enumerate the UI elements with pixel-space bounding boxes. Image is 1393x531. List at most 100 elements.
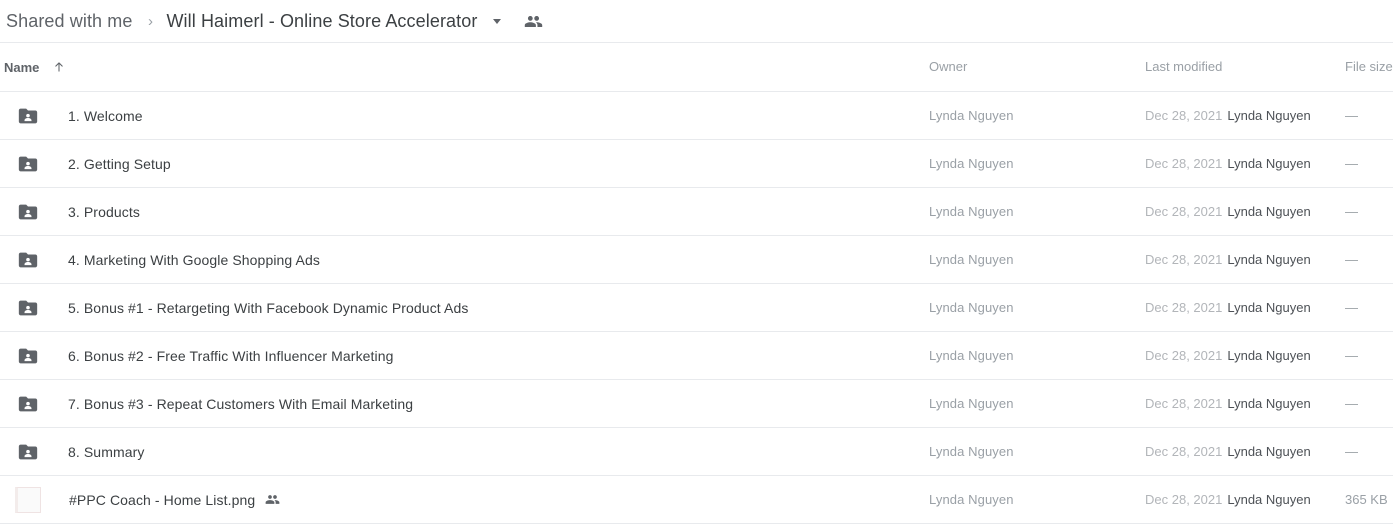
last-modified-by: Lynda Nguyen	[1227, 300, 1311, 315]
file-name-label: 2. Getting Setup	[68, 155, 171, 172]
file-name-label: 1. Welcome	[68, 107, 143, 124]
last-modified-by: Lynda Nguyen	[1227, 252, 1311, 267]
file-size-cell: —	[1345, 396, 1358, 411]
file-last-modified-cell: Dec 28, 2021 Lynda Nguyen	[1145, 348, 1345, 363]
last-modified-by: Lynda Nguyen	[1227, 204, 1311, 219]
file-name-label: 7. Bonus #3 - Repeat Customers With Emai…	[68, 395, 414, 412]
table-row[interactable]: 5. Bonus #1 - Retargeting With Facebook …	[0, 284, 1393, 332]
shared-folder-icon	[16, 392, 40, 416]
file-last-modified-cell: Dec 28, 2021 Lynda Nguyen	[1145, 252, 1345, 267]
breadcrumb-item-shared-with-me[interactable]: Shared with me	[2, 9, 136, 34]
file-list-table: Name Owner Last modified File size 1. We…	[0, 42, 1393, 524]
file-name-cell[interactable]: 2. Getting Setup	[0, 152, 929, 176]
file-name-cell[interactable]: 1. Welcome	[0, 104, 929, 128]
file-name-cell[interactable]: 6. Bonus #2 - Free Traffic With Influenc…	[0, 344, 929, 368]
file-owner-cell: Lynda Nguyen	[929, 444, 1014, 459]
table-row[interactable]: 4. Marketing With Google Shopping Ads Ly…	[0, 236, 1393, 284]
file-owner-cell: Lynda Nguyen	[929, 396, 1014, 411]
file-owner-cell: Lynda Nguyen	[929, 204, 1014, 219]
column-header-name-label: Name	[4, 59, 40, 75]
file-last-modified-cell: Dec 28, 2021 Lynda Nguyen	[1145, 300, 1345, 315]
file-name-cell[interactable]: 5. Bonus #1 - Retargeting With Facebook …	[0, 296, 929, 320]
shared-folder-icon	[16, 200, 40, 224]
file-name-label: 6. Bonus #2 - Free Traffic With Influenc…	[68, 347, 394, 364]
breadcrumb-item-current-folder[interactable]: Will Haimerl - Online Store Accelerator	[164, 9, 479, 34]
file-size-cell: —	[1345, 156, 1358, 171]
column-header-owner[interactable]: Owner	[929, 58, 1145, 76]
file-name-cell[interactable]: 3. Products	[0, 200, 929, 224]
table-row[interactable]: 2. Getting Setup Lynda Nguyen Dec 28, 20…	[0, 140, 1393, 188]
file-owner-cell: Lynda Nguyen	[929, 492, 1014, 507]
file-owner-cell: Lynda Nguyen	[929, 156, 1014, 171]
column-header-file-size-label: File size	[1345, 59, 1393, 74]
file-size-cell: —	[1345, 300, 1358, 315]
file-list-body: 1. Welcome Lynda Nguyen Dec 28, 2021 Lynd…	[0, 92, 1393, 524]
file-size-cell: —	[1345, 444, 1358, 459]
last-modified-date: Dec 28, 2021	[1145, 108, 1223, 123]
last-modified-date: Dec 28, 2021	[1145, 204, 1223, 219]
shared-folder-icon	[16, 152, 40, 176]
table-row[interactable]: 6. Bonus #2 - Free Traffic With Influenc…	[0, 332, 1393, 380]
shared-folder-icon	[16, 440, 40, 464]
last-modified-by: Lynda Nguyen	[1227, 156, 1311, 171]
table-row[interactable]: #PPC Coach - Home List.png Lynda Nguyen …	[0, 476, 1393, 524]
file-owner-cell: Lynda Nguyen	[929, 108, 1014, 123]
sort-ascending-arrow-icon[interactable]	[51, 59, 67, 75]
file-name-cell[interactable]: 8. Summary	[0, 440, 929, 464]
file-name-label: 4. Marketing With Google Shopping Ads	[68, 251, 320, 268]
last-modified-by: Lynda Nguyen	[1227, 396, 1311, 411]
shared-folder-icon	[16, 296, 40, 320]
column-header-last-modified[interactable]: Last modified	[1145, 58, 1345, 76]
last-modified-date: Dec 28, 2021	[1145, 492, 1223, 507]
last-modified-by: Lynda Nguyen	[1227, 348, 1311, 363]
last-modified-date: Dec 28, 2021	[1145, 396, 1223, 411]
file-last-modified-cell: Dec 28, 2021 Lynda Nguyen	[1145, 156, 1345, 171]
file-name-label: 3. Products	[68, 203, 140, 220]
file-last-modified-cell: Dec 28, 2021 Lynda Nguyen	[1145, 204, 1345, 219]
last-modified-by: Lynda Nguyen	[1227, 108, 1311, 123]
file-thumbnail	[15, 486, 41, 513]
file-size-cell: —	[1345, 108, 1358, 123]
people-shared-icon[interactable]	[523, 11, 543, 31]
file-size-cell: —	[1345, 204, 1358, 219]
file-name-cell[interactable]: #PPC Coach - Home List.png	[0, 486, 929, 513]
people-shared-icon	[264, 492, 280, 508]
last-modified-date: Dec 28, 2021	[1145, 252, 1223, 267]
file-owner-cell: Lynda Nguyen	[929, 252, 1014, 267]
last-modified-date: Dec 28, 2021	[1145, 444, 1223, 459]
shared-folder-icon	[16, 248, 40, 272]
file-size-cell: —	[1345, 348, 1358, 363]
table-row[interactable]: 8. Summary Lynda Nguyen Dec 28, 2021 Lynd…	[0, 428, 1393, 476]
shared-folder-icon	[16, 104, 40, 128]
last-modified-by: Lynda Nguyen	[1227, 492, 1311, 507]
last-modified-date: Dec 28, 2021	[1145, 348, 1223, 363]
column-header-file-size[interactable]: File size	[1345, 58, 1393, 76]
file-name-cell[interactable]: 4. Marketing With Google Shopping Ads	[0, 248, 929, 272]
column-header-owner-label: Owner	[929, 59, 968, 74]
table-row[interactable]: 3. Products Lynda Nguyen Dec 28, 2021 Lyn…	[0, 188, 1393, 236]
file-last-modified-cell: Dec 28, 2021 Lynda Nguyen	[1145, 396, 1345, 411]
column-header-last-modified-label: Last modified	[1145, 59, 1223, 74]
table-row[interactable]: 1. Welcome Lynda Nguyen Dec 28, 2021 Lynd…	[0, 92, 1393, 140]
file-last-modified-cell: Dec 28, 2021 Lynda Nguyen	[1145, 108, 1345, 123]
last-modified-date: Dec 28, 2021	[1145, 156, 1223, 171]
chevron-down-icon[interactable]	[489, 13, 505, 29]
file-name-label: 5. Bonus #1 - Retargeting With Facebook …	[68, 299, 469, 316]
last-modified-date: Dec 28, 2021	[1145, 300, 1223, 315]
file-name-label: 8. Summary	[68, 443, 145, 460]
file-last-modified-cell: Dec 28, 2021 Lynda Nguyen	[1145, 444, 1345, 459]
file-owner-cell: Lynda Nguyen	[929, 348, 1014, 363]
shared-folder-icon	[16, 344, 40, 368]
column-header-name[interactable]: Name	[0, 59, 929, 75]
file-name-label: #PPC Coach - Home List.png	[69, 491, 256, 508]
file-size-cell: —	[1345, 252, 1358, 267]
file-name-cell[interactable]: 7. Bonus #3 - Repeat Customers With Emai…	[0, 392, 929, 416]
breadcrumb-separator-icon: ›	[147, 12, 153, 30]
table-header-row: Name Owner Last modified File size	[0, 43, 1393, 92]
last-modified-by: Lynda Nguyen	[1227, 444, 1311, 459]
breadcrumb: Shared with me › Will Haimerl - Online S…	[0, 0, 1393, 42]
table-row[interactable]: 7. Bonus #3 - Repeat Customers With Emai…	[0, 380, 1393, 428]
file-size-cell: 365 KB	[1345, 492, 1388, 507]
file-owner-cell: Lynda Nguyen	[929, 300, 1014, 315]
file-last-modified-cell: Dec 28, 2021 Lynda Nguyen	[1145, 492, 1345, 507]
